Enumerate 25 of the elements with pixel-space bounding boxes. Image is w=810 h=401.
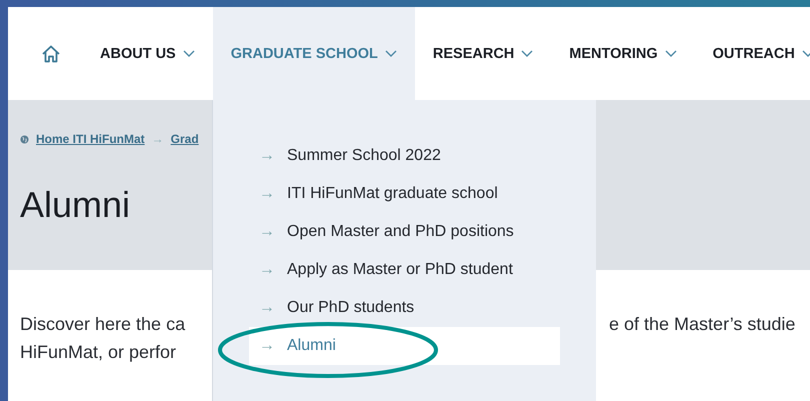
nav-tab[interactable]: GRADUATE SCHOOL bbox=[212, 7, 415, 100]
breadcrumb-link[interactable]: Home ITI HiFunMat bbox=[36, 132, 145, 146]
nav-tab[interactable]: ABOUT US bbox=[82, 7, 213, 100]
menu-item[interactable]: → Our PhD students bbox=[249, 289, 560, 327]
chevron-down-icon bbox=[182, 50, 195, 58]
breadcrumb-separator: → bbox=[152, 132, 164, 146]
globe-icon bbox=[20, 134, 29, 144]
menu-item[interactable]: → ITI HiFunMat graduate school bbox=[249, 175, 560, 213]
intro-text: Discover here the ca bbox=[20, 314, 186, 334]
intro-text: HiFunMat, or perfor bbox=[20, 342, 176, 362]
chevron-down-icon bbox=[802, 50, 810, 58]
breadcrumb-link[interactable]: Grad bbox=[170, 132, 199, 146]
menu-item[interactable]: → Summer School 2022 bbox=[249, 137, 560, 175]
nav-tab[interactable]: MENTORING bbox=[551, 7, 695, 100]
nav-tab[interactable]: RESEARCH bbox=[414, 7, 552, 100]
menu-item[interactable]: → Alumni bbox=[249, 327, 560, 365]
home-icon[interactable] bbox=[41, 44, 61, 64]
nav-tab[interactable]: OUTREACH bbox=[694, 7, 810, 100]
chevron-down-icon bbox=[664, 50, 677, 58]
chevron-down-icon bbox=[521, 50, 534, 58]
menu-item[interactable]: → Open Master and PhD positions bbox=[249, 213, 560, 251]
page-title: Alumni bbox=[20, 184, 130, 226]
menu-item[interactable]: → Apply as Master or PhD student bbox=[249, 251, 560, 289]
chevron-down-icon bbox=[384, 50, 397, 58]
intro-text: e of the Master’s studie bbox=[609, 313, 796, 336]
